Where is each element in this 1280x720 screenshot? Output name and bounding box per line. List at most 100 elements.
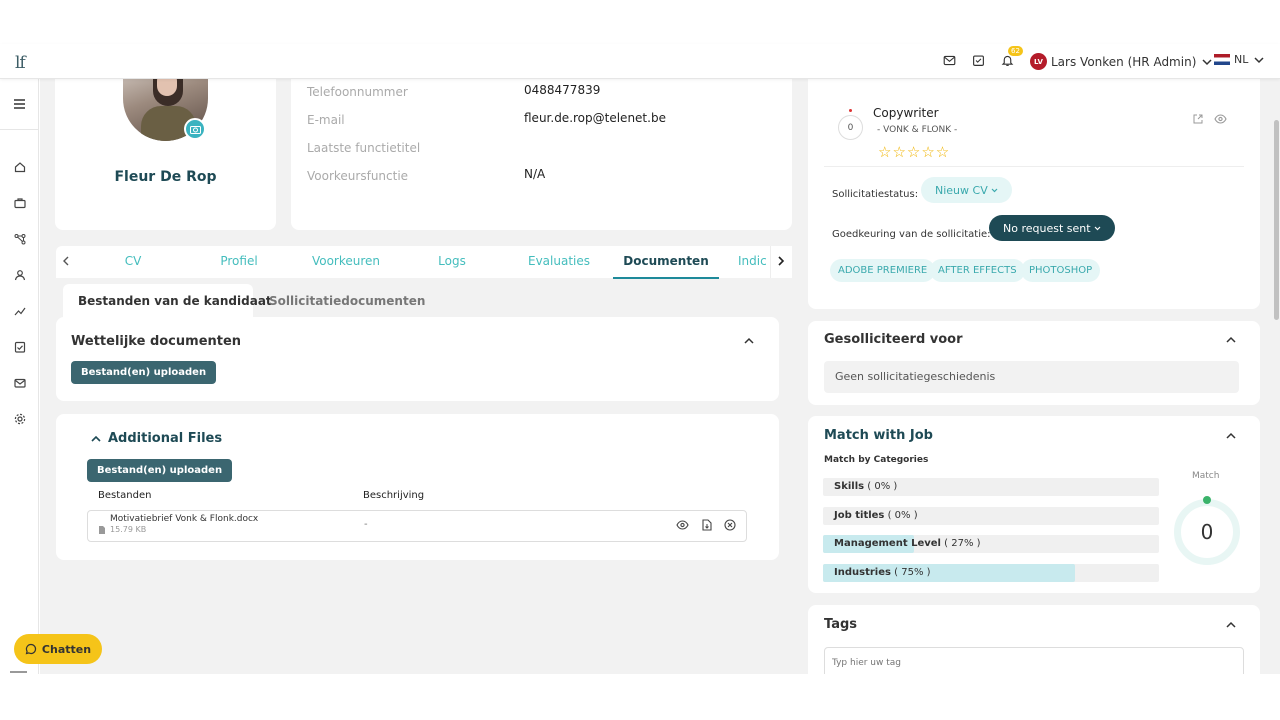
sidebar [0, 79, 39, 674]
chevron-up-icon[interactable] [744, 337, 754, 344]
app-logo[interactable]: lf [15, 53, 26, 73]
briefcase-icon[interactable] [12, 195, 27, 210]
last-title-label: Laatste functietitel [307, 141, 421, 155]
checklist-icon[interactable] [12, 339, 27, 354]
mail-icon[interactable] [12, 375, 27, 390]
tab-voorkeuren[interactable]: Voorkeuren [296, 254, 396, 268]
network-icon[interactable] [12, 231, 27, 246]
status-value: Nieuw CV [935, 183, 988, 197]
match-category-pct: ( 0% ) [867, 481, 898, 492]
phone-label: Telefoonnummer [307, 85, 408, 99]
download-file-icon[interactable] [702, 519, 712, 531]
eye-icon[interactable] [676, 520, 689, 530]
match-indicator-dot [1203, 496, 1211, 504]
camera-icon[interactable] [184, 118, 206, 140]
tags-card: Tags [808, 605, 1260, 674]
applied-for-empty: Geen sollicitatiegeschiedenis [824, 361, 1239, 393]
match-bar-management-level: Management Level ( 27% ) [823, 535, 1159, 553]
chevron-up-icon[interactable] [1226, 432, 1236, 439]
chevron-up-icon[interactable] [91, 435, 101, 442]
chevron-down-icon [1254, 55, 1264, 65]
tab-indicatoren[interactable]: Indic [738, 254, 770, 268]
email-label: E-mail [307, 113, 345, 127]
gear-icon[interactable] [12, 411, 27, 426]
chevron-left-icon[interactable] [62, 256, 70, 266]
chevron-up-icon[interactable] [1226, 621, 1236, 628]
task-check-icon[interactable] [972, 54, 986, 68]
candidate-name: Fleur De Rop [114, 169, 217, 185]
application-card: 0 Copywriter - VONK & FLONK - ☆☆☆☆☆ Soll… [808, 79, 1260, 309]
main-content: Fleur De Rop Telefoonnummer 0488477839 E… [40, 79, 1280, 674]
skill-tag[interactable]: AFTER EFFECTS [930, 259, 1025, 282]
delete-circle-icon[interactable] [724, 519, 736, 531]
avatar: LV [1030, 53, 1047, 70]
match-title: Match with Job [824, 428, 933, 443]
match-category-name: Management Level [834, 538, 941, 549]
subtab-application-docs[interactable]: Sollicitatiedocumenten [269, 294, 425, 308]
file-size: 15.79 KB [110, 525, 147, 534]
language-selector[interactable]: NL [1214, 53, 1264, 66]
chevron-down-icon [1202, 57, 1212, 67]
chevron-right-icon[interactable] [777, 256, 785, 266]
match-category-pct: ( 75% ) [894, 567, 931, 578]
user-name: Lars Vonken (HR Admin) [1051, 54, 1197, 69]
chevron-up-icon[interactable] [1226, 336, 1236, 343]
active-tab-indicator [613, 277, 719, 279]
upload-legal-button[interactable]: Bestand(en) uploaden [71, 361, 217, 384]
tab-bar: CV Profiel Voorkeuren Logs Evaluaties Do… [56, 246, 792, 278]
tab-logs[interactable]: Logs [402, 254, 502, 268]
document-icon [99, 526, 105, 534]
approval-label: Goedkeuring van de sollicitatie: [832, 229, 991, 240]
chat-button[interactable]: Chatten [14, 634, 102, 664]
profile-card: Fleur De Rop [55, 79, 276, 230]
bell-icon[interactable] [1001, 54, 1015, 68]
skill-tag[interactable]: ADOBE PREMIERE [830, 259, 936, 282]
upload-additional-button[interactable]: Bestand(en) uploaden [87, 459, 233, 482]
rating-stars[interactable]: ☆☆☆☆☆ [878, 143, 950, 161]
additional-files-card: Additional Files Bestand(en) uploaden Be… [56, 414, 779, 560]
application-score: 0 [838, 115, 863, 140]
tab-profiel[interactable]: Profiel [189, 254, 289, 268]
legal-documents-title: Wettelijke documenten [71, 334, 242, 349]
match-category-pct: ( 0% ) [887, 510, 918, 521]
file-description: - [364, 519, 368, 530]
tag-input[interactable] [824, 647, 1244, 674]
user-menu[interactable]: LV Lars Vonken (HR Admin) [1030, 53, 1212, 70]
email-value[interactable]: fleur.de.rop@telenet.be [524, 111, 666, 125]
user-icon[interactable] [12, 267, 27, 282]
tab-evaluaties[interactable]: Evaluaties [509, 254, 609, 268]
tab-documenten[interactable]: Documenten [616, 254, 716, 268]
file-name[interactable]: Motivatiebrief Vonk & Flonk.docx [110, 514, 258, 524]
subtab-candidate-files-label: Bestanden van de kandidaat [78, 294, 272, 308]
match-subtitle: Match by Categories [824, 455, 929, 465]
approval-value: No request sent [1003, 221, 1091, 235]
applied-for-title: Gesolliciteerd voor [824, 332, 963, 347]
chevron-down-icon [1094, 226, 1101, 231]
match-label: Match [1192, 471, 1220, 481]
job-title[interactable]: Copywriter [873, 106, 939, 120]
scrollbar[interactable] [1274, 120, 1279, 320]
trend-icon[interactable] [12, 303, 27, 318]
additional-files-title: Additional Files [108, 431, 223, 446]
file-row[interactable]: Motivatiebrief Vonk & Flonk.docx 15.79 K… [87, 510, 747, 542]
match-category-pct: ( 27% ) [944, 538, 981, 549]
legal-documents-card: Wettelijke documenten Bestand(en) upload… [56, 317, 779, 401]
match-bar-job-titles: Job titles ( 0% ) [823, 507, 1159, 525]
menu-icon[interactable] [12, 96, 27, 111]
status-dropdown[interactable]: Nieuw CV [921, 177, 1012, 203]
flag-nl-icon [1214, 54, 1230, 65]
match-gauge: 0 [1174, 499, 1240, 565]
mail-icon[interactable] [943, 54, 957, 68]
external-link-icon[interactable] [1193, 114, 1203, 124]
files-column-header: Bestanden [98, 490, 152, 501]
status-label: Sollicitatiestatus: [832, 189, 919, 200]
home-icon[interactable] [12, 159, 27, 174]
approval-dropdown[interactable]: No request sent [989, 215, 1115, 241]
description-column-header: Beschrijving [363, 490, 425, 501]
chat-bubble-icon [25, 643, 37, 655]
eye-icon[interactable] [1214, 114, 1227, 124]
tab-cv[interactable]: CV [83, 254, 183, 268]
skill-tag[interactable]: PHOTOSHOP [1021, 259, 1101, 282]
sidebar-resize-handle[interactable] [10, 671, 27, 673]
phone-value[interactable]: 0488477839 [524, 83, 600, 97]
